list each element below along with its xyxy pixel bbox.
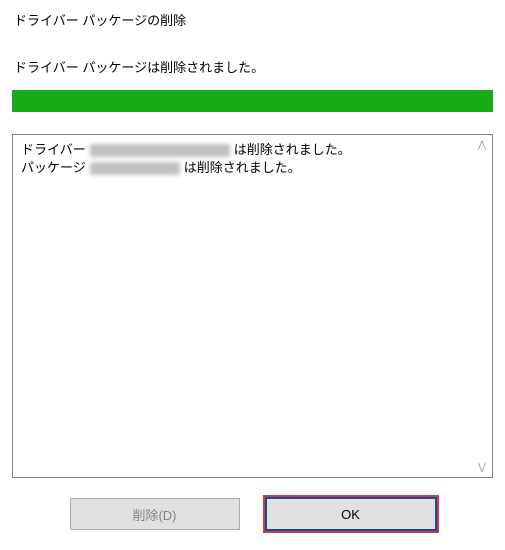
driver-package-removal-dialog: ドライバー パッケージの削除 ドライバー パッケージは削除されました。 ドライバ… [0,0,505,550]
ok-button[interactable]: OK [266,498,436,530]
progress-bar [12,90,493,112]
status-message: ドライバー パッケージは削除されました。 [12,57,493,76]
dialog-button-row: 削除(D) OK [12,498,493,538]
log-line-suffix: は削除されました。 [184,159,301,177]
progress-bar-fill [12,90,493,112]
scroll-down-arrow-icon[interactable]: ⋁ [474,459,490,475]
log-line: パッケージ は削除されました。 [21,159,470,177]
log-line-prefix: パッケージ [21,159,86,177]
log-line-suffix: は削除されました。 [234,141,351,159]
redacted-driver-name [90,144,230,157]
dialog-title: ドライバー パッケージの削除 [12,10,493,29]
redacted-package-name [90,162,180,175]
scroll-up-arrow-icon[interactable]: ⋀ [474,137,490,153]
log-line-prefix: ドライバー [21,141,86,159]
delete-button: 削除(D) [70,498,240,530]
log-textarea[interactable]: ドライバー は削除されました。 パッケージ は削除されました。 ⋀ ⋁ [12,134,493,478]
log-line: ドライバー は削除されました。 [21,141,470,159]
